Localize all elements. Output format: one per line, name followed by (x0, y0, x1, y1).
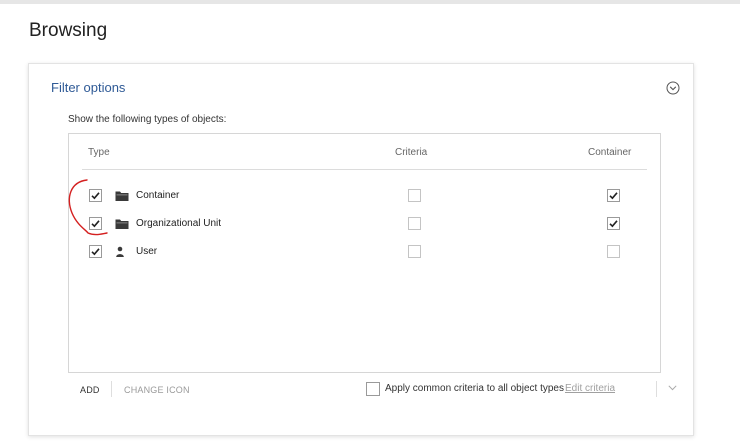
table-row: User (69, 242, 660, 264)
user-icon (116, 246, 124, 257)
add-button[interactable]: ADD (80, 385, 100, 395)
change-icon-button[interactable]: CHANGE ICON (124, 385, 190, 395)
object-types-table: Type Criteria Container Container Organi… (68, 133, 661, 373)
apply-common-criteria-label[interactable]: Apply common criteria to all object type… (385, 383, 564, 394)
top-divider (0, 0, 740, 4)
container-checkbox[interactable] (607, 189, 620, 202)
type-checkbox-organizational-unit[interactable] (89, 217, 102, 230)
folder-icon (115, 219, 129, 229)
toolbar-divider (111, 381, 112, 397)
chevron-down-icon[interactable] (668, 385, 677, 391)
container-checkbox[interactable] (607, 245, 620, 258)
toolbar-divider (656, 381, 657, 397)
criteria-checkbox[interactable] (408, 245, 421, 258)
folder-icon (115, 191, 129, 201)
filter-description: Show the following types of objects: (68, 114, 227, 125)
type-checkbox-user[interactable] (89, 245, 102, 258)
collapse-chevron-icon[interactable] (666, 81, 680, 95)
type-label: User (136, 246, 158, 257)
column-header-type: Type (88, 147, 110, 158)
criteria-checkbox[interactable] (408, 217, 421, 230)
type-label: Organizational Unit (136, 218, 222, 229)
criteria-checkbox[interactable] (408, 189, 421, 202)
filter-options-title: Filter options (51, 80, 126, 95)
container-checkbox[interactable] (607, 217, 620, 230)
type-label: Container (136, 190, 180, 201)
edit-criteria-link[interactable]: Edit criteria (565, 383, 615, 394)
type-checkbox-container[interactable] (89, 189, 102, 202)
column-header-criteria: Criteria (395, 147, 428, 158)
column-header-container: Container (588, 147, 632, 158)
page-title: Browsing (29, 20, 108, 41)
table-row: Container (69, 186, 660, 208)
filter-options-panel: Filter options Show the following types … (28, 63, 694, 436)
filter-footer-toolbar: ADD CHANGE ICON Apply common criteria to… (29, 379, 693, 401)
apply-common-criteria-checkbox[interactable] (366, 382, 380, 396)
table-row: Organizational Unit (69, 214, 660, 236)
header-divider (82, 169, 647, 170)
